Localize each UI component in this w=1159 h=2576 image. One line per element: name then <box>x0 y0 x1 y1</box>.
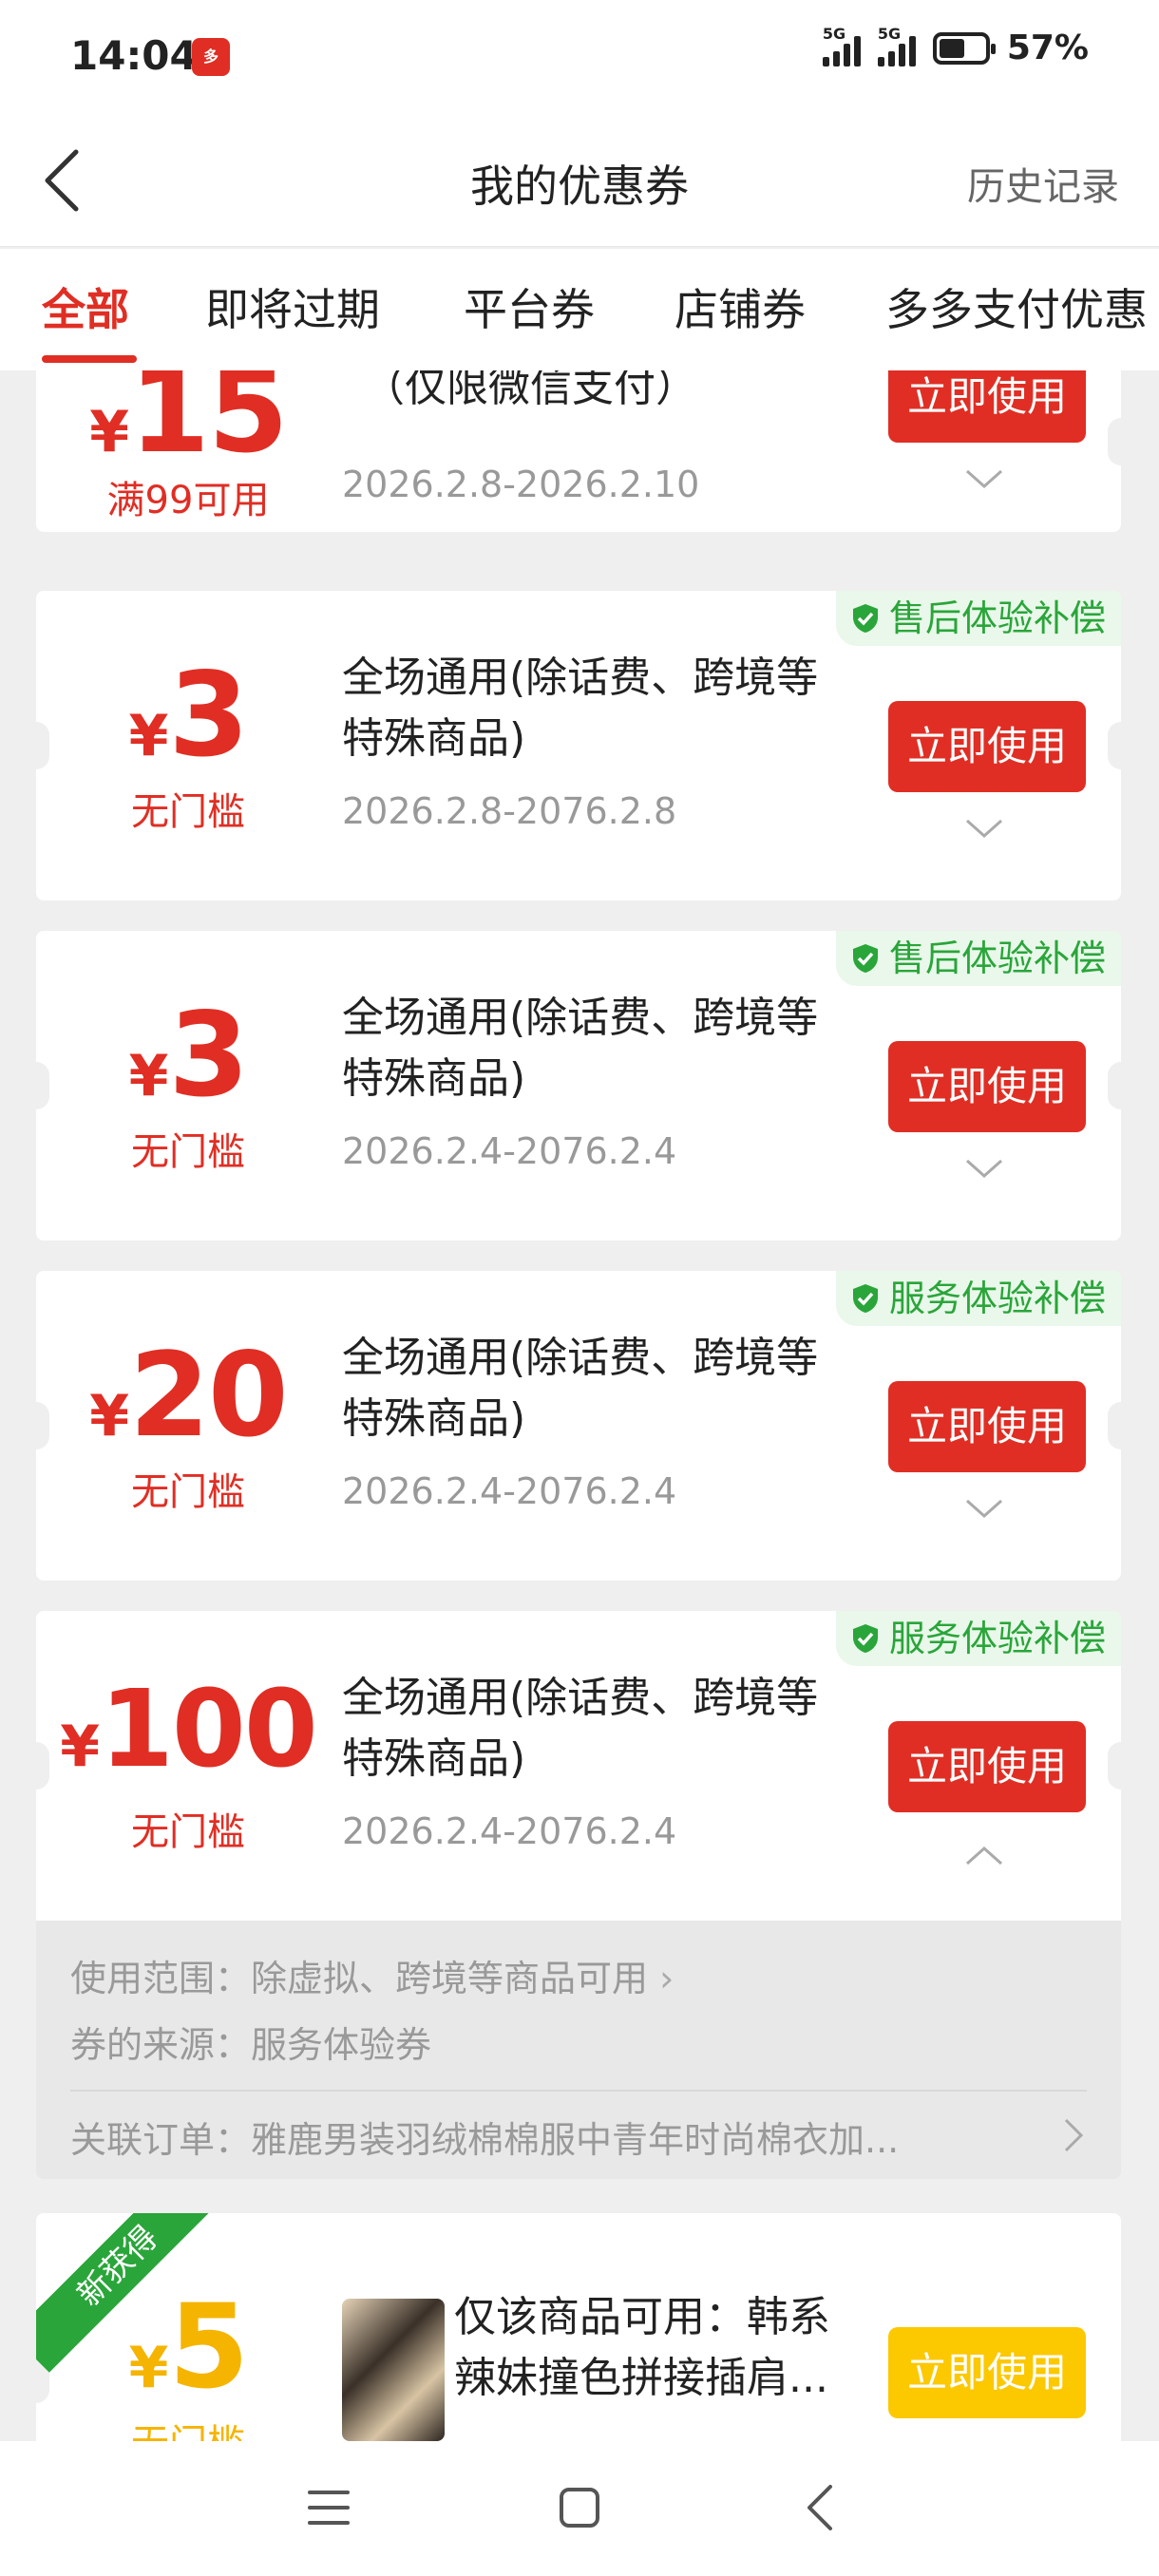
tab-expiring[interactable]: 即将过期 <box>205 275 380 338</box>
coupon-card: 服务体验补偿 ¥100 无门槛 全场通用(除话费、跨境等特殊商品) 2026.2… <box>23 1611 1134 1921</box>
history-link[interactable]: 历史记录 <box>967 156 1119 211</box>
shield-check-icon <box>852 1623 878 1653</box>
use-now-button[interactable]: 立即使用 <box>888 1041 1086 1132</box>
compensation-badge: 服务体验补偿 <box>835 1271 1121 1326</box>
coupon-validity: 2026.2.4-2076.2.4 <box>342 1470 677 1512</box>
coupon-description: （仅限微信支付） <box>363 370 697 411</box>
coupon-amount: ¥15 <box>89 370 289 479</box>
coupon-validity: 2026.2.8-2076.2.8 <box>342 790 677 832</box>
coupon-condition: 无门槛 <box>131 1470 245 1514</box>
header: 我的优惠券 历史记录 <box>0 114 1159 247</box>
coupon-amount: ¥20 <box>89 1328 289 1463</box>
coupon-card: ¥15 满99可用 （仅限微信支付） 2026.2.8-2026.2.10 立即… <box>36 370 1134 532</box>
coupon-condition: 无门槛 <box>36 2413 340 2441</box>
tab-active-indicator <box>42 355 137 363</box>
status-bar: 14:04 多 5G 5G 57% <box>0 0 1159 114</box>
compensation-badge: 售后体验补偿 <box>835 591 1121 646</box>
coupon-condition: 无门槛 <box>131 1810 245 1854</box>
coupon-validity: 2026.2.4-2076.2.4 <box>342 1130 677 1172</box>
coupon-card: 新获得 ¥5 无门槛 仅该商品可用：韩系辣妹撞色拼接插肩... 仅剩00:05:… <box>36 2213 1121 2441</box>
chevron-up-icon[interactable] <box>963 1835 1005 1877</box>
tab-duoduo-pay[interactable]: 多多支付优惠 <box>885 275 1148 338</box>
use-now-button[interactable]: 立即使用 <box>888 701 1086 792</box>
coupon-description: 全场通用(除话费、跨境等特殊商品) <box>342 994 819 1103</box>
countdown-timer: 仅剩00:05:08 <box>342 2430 607 2441</box>
usage-scope[interactable]: 使用范围：除虚拟、跨境等商品可用 › <box>70 1949 674 2001</box>
shield-check-icon <box>852 943 878 973</box>
battery-icon <box>932 31 996 65</box>
tab-platform[interactable]: 平台券 <box>464 275 595 338</box>
coupon-description: 全场通用(除话费、跨境等特殊商品) <box>342 653 819 763</box>
system-navigation-bar <box>0 2441 1159 2576</box>
coupon-tabs: 全部 即将过期 平台券 店铺券 多多支付优惠 <box>0 249 1159 370</box>
signal-icon: 5G <box>822 25 861 66</box>
coupon-details: 使用范围：除虚拟、跨境等商品可用 › 券的来源：服务体验券 关联订单：雅鹿男装羽… <box>36 1921 1121 2179</box>
status-time: 14:04 <box>70 32 198 79</box>
related-order[interactable]: 关联订单：雅鹿男装羽绒棉棉服中青年时尚棉衣加... <box>70 2111 1087 2163</box>
chevron-down-icon[interactable] <box>963 1147 1005 1189</box>
signal-icon-2: 5G <box>877 25 916 66</box>
chevron-right-icon[interactable] <box>1058 2114 1087 2156</box>
tab-all[interactable]: 全部 <box>42 275 129 338</box>
coupon-amount: ¥100 <box>60 1668 318 1791</box>
back-nav-icon[interactable] <box>794 2479 851 2536</box>
coupon-card: 售后体验补偿 ¥3 无门槛 全场通用(除话费、跨境等特殊商品) 2026.2.8… <box>23 591 1134 900</box>
coupon-list[interactable]: ¥15 满99可用 （仅限微信支付） 2026.2.8-2026.2.10 立即… <box>0 370 1159 2441</box>
shield-check-icon <box>852 603 878 633</box>
chevron-down-icon[interactable] <box>963 1487 1005 1529</box>
coupon-amount: ¥3 <box>128 988 250 1123</box>
coupon-amount: ¥5 <box>128 2280 250 2415</box>
coupon-source: 券的来源：服务体验券 <box>70 2024 432 2066</box>
pinduoduo-app-icon: 多 <box>192 38 230 76</box>
compensation-badge: 售后体验补偿 <box>835 931 1121 986</box>
coupon-condition: 无门槛 <box>131 1130 245 1174</box>
coupon-description: 全场通用(除话费、跨境等特殊商品) <box>342 1674 819 1783</box>
tab-store[interactable]: 店铺券 <box>674 275 806 338</box>
coupon-card: 服务体验补偿 ¥20 无门槛 全场通用(除话费、跨境等特殊商品) 2026.2.… <box>23 1271 1134 1581</box>
coupon-description: 仅该商品可用：韩系辣妹撞色拼接插肩... <box>454 2293 830 2402</box>
coupon-condition: 满99可用 <box>106 479 270 522</box>
coupon-validity: 2026.2.4-2076.2.4 <box>342 1810 677 1852</box>
coupon-card: 售后体验补偿 ¥3 无门槛 全场通用(除话费、跨境等特殊商品) 2026.2.4… <box>23 931 1134 1241</box>
coupon-condition: 无门槛 <box>131 790 245 834</box>
use-now-button[interactable]: 立即使用 <box>888 370 1086 443</box>
coupon-description: 全场通用(除话费、跨境等特殊商品) <box>342 1334 819 1443</box>
home-icon[interactable] <box>551 2479 608 2536</box>
coupon-amount: ¥3 <box>128 648 250 783</box>
use-now-button[interactable]: 立即使用 <box>888 2327 1086 2418</box>
coupon-validity: 2026.2.8-2026.2.10 <box>342 464 700 505</box>
product-thumbnail[interactable] <box>342 2299 445 2441</box>
status-indicators: 5G 5G 57% <box>822 25 1089 67</box>
menu-icon[interactable] <box>300 2479 357 2536</box>
use-now-button[interactable]: 立即使用 <box>888 1381 1086 1472</box>
shield-check-icon <box>852 1283 878 1313</box>
chevron-down-icon[interactable] <box>963 458 1005 500</box>
compensation-badge: 服务体验补偿 <box>835 1611 1121 1666</box>
battery-percentage: 57% <box>1006 28 1089 67</box>
use-now-button[interactable]: 立即使用 <box>888 1721 1086 1812</box>
chevron-down-icon[interactable] <box>963 807 1005 849</box>
